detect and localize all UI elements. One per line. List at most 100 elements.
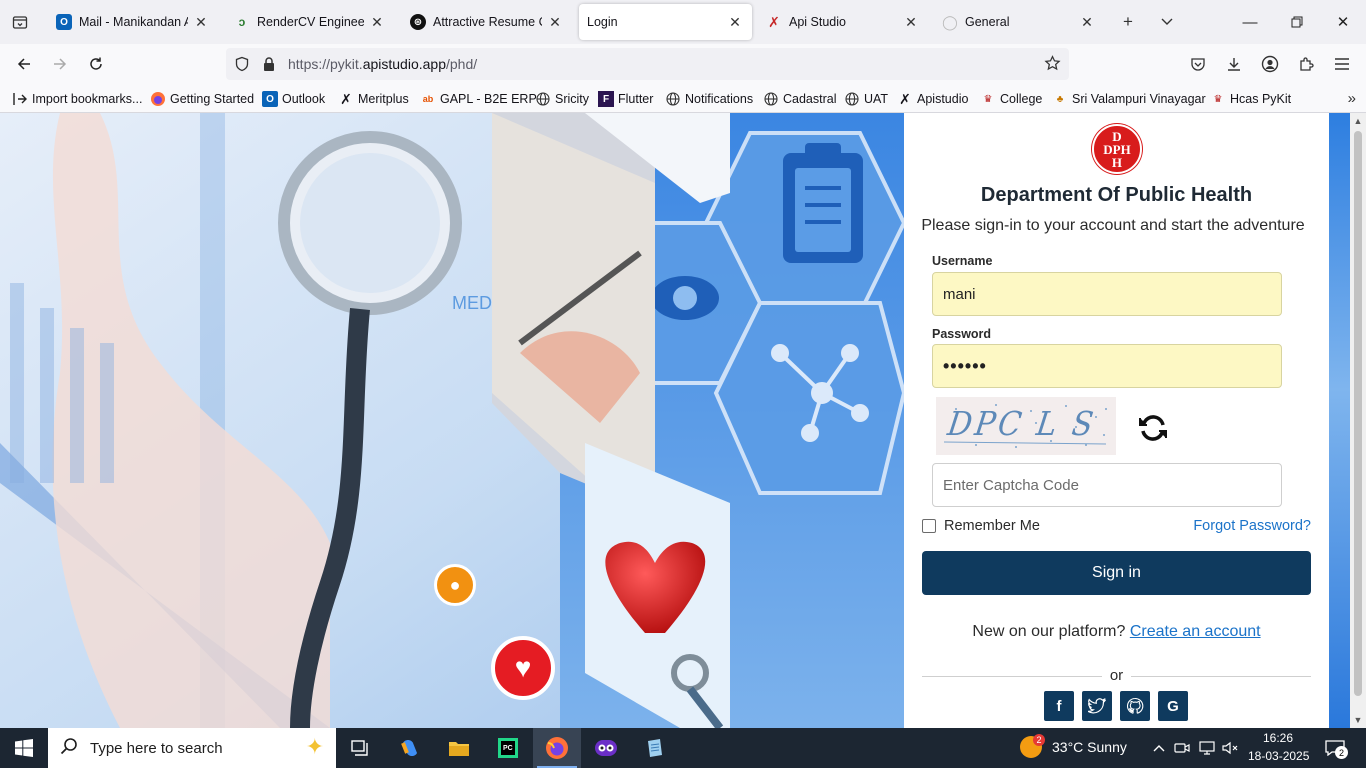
tab-mail[interactable]: O Mail - Manikandan Ani ✕ [48,4,218,40]
tab-resume[interactable]: ⊛ Attractive Resume Con ✕ [402,4,572,40]
notepad-icon[interactable] [631,728,679,768]
create-account-link[interactable]: Create an account [1130,623,1261,640]
rendercv-icon: ↄ [238,15,246,29]
google-icon[interactable]: G [1158,691,1188,721]
close-tab-icon[interactable]: ✕ [1078,14,1096,31]
twitter-icon[interactable] [1082,691,1112,721]
meet-now-icon[interactable] [1173,740,1191,756]
address-bar[interactable]: https://pykit.apistudio.app/phd/ [226,48,1069,80]
bookmark-import[interactable]: Import bookmarks... [12,90,142,108]
dph-logo: D DPH H [1092,124,1142,174]
weather-badge: 2 [1033,734,1045,746]
bookmark-sricity[interactable]: Sricity [535,90,589,108]
url-text[interactable]: https://pykit.apistudio.app/phd/ [288,56,477,72]
forgot-password-link[interactable]: Forgot Password? [1193,518,1311,534]
remember-me[interactable]: Remember Me [922,518,1040,534]
close-tab-icon[interactable]: ✕ [726,14,744,31]
extensions-icon[interactable] [1294,52,1318,76]
list-all-tabs-icon[interactable] [8,10,32,34]
background-strip [1329,113,1350,728]
minimize-icon[interactable]: — [1236,8,1264,36]
volume-mute-icon[interactable] [1221,740,1239,756]
scroll-down-icon[interactable]: ▼ [1350,712,1366,728]
bookmark-getting-started[interactable]: Getting Started [150,90,254,108]
scroll-up-icon[interactable]: ▲ [1350,113,1366,129]
download-icon[interactable] [1222,52,1246,76]
username-label: Username [932,254,993,268]
clock-time[interactable]: 16:26 [1263,731,1293,745]
username-field[interactable]: mani [932,272,1282,316]
restore-icon[interactable] [1283,8,1311,36]
pocket-icon[interactable] [1186,52,1210,76]
bookmark-vinayagar[interactable]: ♣ Sri Valampuri Vinayagar [1052,90,1206,108]
search-icon [60,737,78,759]
logo-lettering: D DPH H [1103,128,1131,170]
back-arrow-icon[interactable] [12,52,36,76]
clock-date[interactable]: 18-03-2025 [1248,749,1309,763]
bookmark-label: Getting Started [170,92,255,106]
close-tab-icon[interactable]: ✕ [546,14,564,31]
close-tab-icon[interactable]: ✕ [192,14,210,31]
tab-title: RenderCV Engineering [257,15,364,29]
chevron-double-right-icon[interactable]: » [1348,90,1356,107]
github-icon[interactable] [1120,691,1150,721]
captcha-input[interactable]: Enter Captcha Code [932,463,1282,507]
tab-rendercv[interactable]: ↄ RenderCV Engineering ✕ [226,4,394,40]
account-icon[interactable] [1258,52,1282,76]
chevron-down-icon[interactable] [1155,10,1179,34]
bookmark-outlook[interactable]: O Outlook [262,90,325,108]
bookmark-gapl[interactable]: ab GAPL - B2E ERP [420,90,537,108]
bookmark-notifications[interactable]: Notifications [665,90,753,108]
reload-icon[interactable] [84,52,108,76]
pycharm-icon[interactable]: PC [484,728,532,768]
tab-general[interactable]: ◯ General ✕ [934,4,1104,40]
bookmark-hcas[interactable]: ♛ Hcas PyKit [1210,90,1292,108]
taskbar-search[interactable]: Type here to search ✦ [48,728,336,768]
shield-icon[interactable] [234,56,250,75]
chatgpt-icon: ⊛ [410,14,426,30]
scrollbar-thumb[interactable] [1354,131,1362,696]
bookmark-flutter[interactable]: F Flutter [598,90,653,108]
apistudio-icon: ✗ [768,13,780,30]
bookmark-college[interactable]: ♛ College [980,90,1043,108]
hamburger-menu-icon[interactable] [1330,52,1354,76]
task-view-icon[interactable] [336,728,384,768]
bookmark-label: Apistudio [917,92,969,106]
file-explorer-icon[interactable] [435,728,483,768]
bookmark-label: Notifications [685,92,754,106]
new-tab-icon[interactable]: + [1116,10,1140,34]
lock-icon[interactable] [262,56,276,75]
bookmark-apistudio[interactable]: ✗ Apistudio [897,90,968,108]
firefox-taskbar-icon[interactable] [533,728,581,768]
tab-login[interactable]: Login ✕ [579,4,752,40]
search-placeholder: Type here to search [90,739,223,757]
head-profile-icon: ● [434,564,476,606]
password-field[interactable]: •••••• [932,344,1282,388]
sparkle-icon: ✦ [305,734,324,759]
bookmark-meritplus[interactable]: ✗ Meritplus [338,90,409,108]
sign-in-button[interactable]: Sign in [922,551,1311,595]
bookmark-star-icon[interactable] [1044,55,1061,75]
close-window-icon[interactable]: ✕ [1329,8,1357,36]
tab-title: Attractive Resume Con [433,15,542,29]
forward-arrow-icon[interactable] [48,52,72,76]
copilot-icon[interactable] [386,728,434,768]
bookmark-uat[interactable]: UAT [844,90,888,108]
network-icon[interactable] [1198,740,1216,756]
tab-apistudio[interactable]: ✗ Api Studio ✕ [758,4,928,40]
bookmark-label: College [1000,92,1043,106]
page-scrollbar[interactable]: ▲ ▼ [1350,113,1366,728]
app-icon[interactable] [582,728,630,768]
chevron-up-icon[interactable] [1150,740,1168,756]
tab-title: General [965,15,1010,29]
refresh-captcha-icon[interactable] [1136,413,1170,443]
bookmark-cadastral[interactable]: Cadastral [763,90,837,108]
windows-start-icon[interactable] [0,728,48,768]
facebook-icon[interactable]: f [1044,691,1074,721]
close-tab-icon[interactable]: ✕ [368,14,386,31]
remember-checkbox[interactable] [922,519,936,533]
weather-text[interactable]: 33°C Sunny [1052,739,1127,755]
close-tab-icon[interactable]: ✕ [902,14,920,31]
login-panel: D DPH H Department Of Public Health Please… [904,113,1329,728]
page-title: Department Of Public Health [980,184,1253,206]
